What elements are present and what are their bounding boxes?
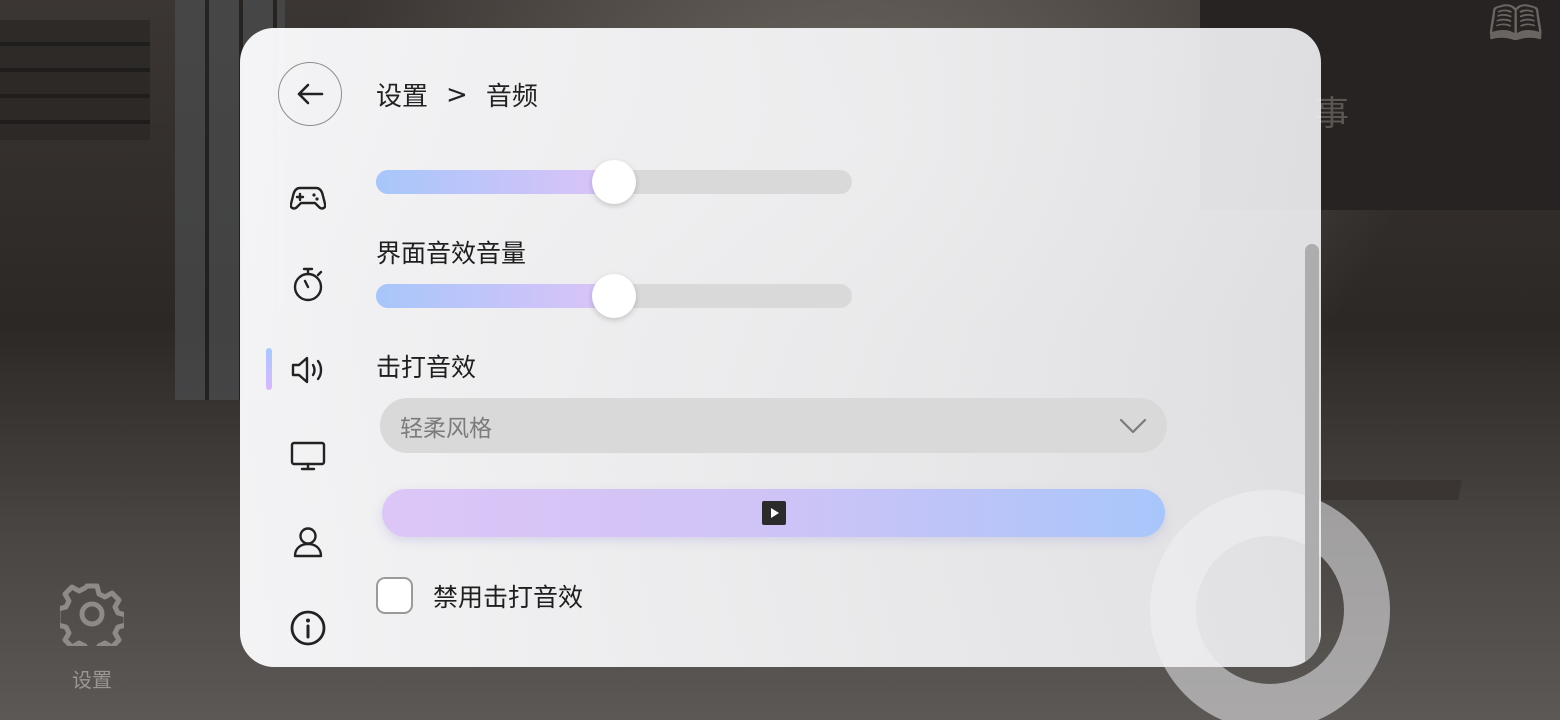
user-icon [293, 527, 323, 558]
back-button[interactable] [278, 62, 342, 126]
nav-active-indicator [266, 348, 272, 390]
disable-hit-sound-label: 禁用击打音效 [433, 582, 584, 612]
preview-sound-button[interactable] [382, 489, 1165, 537]
bottom-settings-button[interactable]: 设置 [55, 582, 129, 693]
info-icon [290, 610, 326, 646]
ui-sound-slider[interactable] [376, 274, 852, 318]
breadcrumb-current: 音频 [485, 82, 538, 112]
breadcrumb: 设置 > 音频 [376, 76, 538, 113]
slider-thumb[interactable] [592, 274, 636, 318]
stopwatch-icon [293, 267, 323, 302]
book-icon: 🕮 [1487, 0, 1544, 52]
nav-item-about[interactable] [286, 606, 330, 650]
nav-item-account[interactable] [286, 520, 330, 564]
nav-item-display[interactable] [286, 434, 330, 478]
arrow-left-icon [297, 83, 324, 105]
slider-fill [376, 284, 614, 308]
breadcrumb-separator: > [446, 79, 468, 110]
nav-item-audio[interactable] [286, 348, 330, 392]
hit-sound-select[interactable]: 轻柔风格 [380, 398, 1167, 453]
volume-slider-top[interactable] [376, 160, 852, 204]
hit-sound-selected: 轻柔风格 [400, 415, 492, 442]
background-table [1318, 480, 1462, 500]
scrollbar[interactable] [1305, 244, 1319, 667]
gamepad-icon [290, 186, 326, 210]
breadcrumb-root[interactable]: 设置 [376, 76, 428, 113]
ui-sound-label: 界面音效音量 [376, 239, 527, 268]
settings-panel: 设置 > 音频 界面音效音量 击打音效 轻柔风格 禁用击打音效 [240, 28, 1321, 667]
slider-fill [376, 170, 614, 194]
nav-item-timer[interactable] [286, 262, 330, 306]
background-shelf [0, 20, 150, 140]
slider-thumb[interactable] [592, 160, 636, 204]
play-icon [761, 501, 786, 525]
chevron-down-icon [1119, 418, 1147, 433]
hit-sound-label: 击打音效 [376, 353, 477, 382]
gear-icon [55, 583, 129, 657]
disable-hit-sound-checkbox[interactable] [376, 577, 413, 614]
nav-item-game[interactable] [286, 176, 330, 220]
monitor-icon [290, 441, 326, 471]
bottom-settings-label: 设置 [72, 668, 112, 692]
speaker-icon [291, 356, 323, 384]
disable-hit-sound-row: 禁用击打音效 [376, 577, 583, 614]
